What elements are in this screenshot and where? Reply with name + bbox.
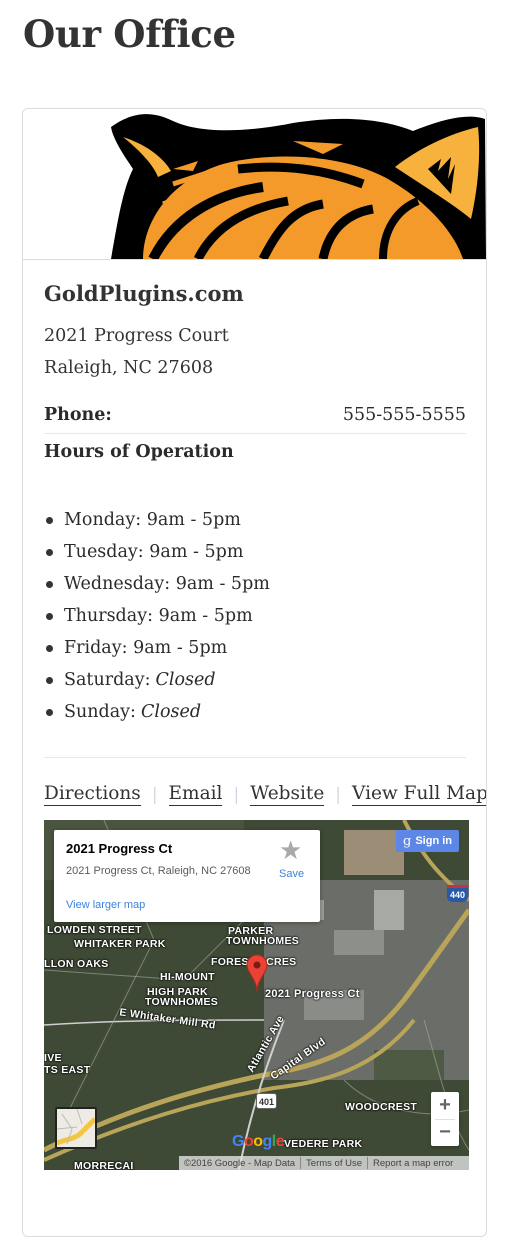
map-type-toggle[interactable] [55,1107,97,1149]
zoom-in-button[interactable]: + [431,1092,459,1119]
embedded-map[interactable]: LOWDEN STREET WHITAKER PARK PARKER TOWNH… [44,820,469,1170]
view-larger-map-link[interactable]: View larger map [66,899,145,911]
map-label: IVE [44,1052,62,1064]
hours-day: Tuesday: [64,542,144,562]
website-link[interactable]: Website [250,783,325,806]
save-button[interactable]: Save [279,868,304,880]
directions-link[interactable]: Directions [44,783,141,806]
route-401-shield-icon: 401 [256,1093,277,1109]
phone-value: 555-555-5555 [342,405,466,425]
phone-row: Phone: 555-555-5555 [44,405,466,434]
info-title: 2021 Progress Ct [66,841,173,856]
business-name: GoldPlugins.com [44,281,244,306]
hours-item: Sunday: Closed [44,696,270,728]
hours-day: Wednesday: [64,574,171,594]
hours-list: Monday: 9am - 5pm Tuesday: 9am - 5pm Wed… [44,504,270,728]
hours-day: Sunday: [64,702,136,722]
bullet-icon [46,708,53,716]
zoom-out-button[interactable]: − [431,1119,459,1146]
hours-day: Friday: [64,638,128,658]
map-label: WHITAKER PARK [74,938,166,950]
google-logo: Google [232,1133,285,1151]
hours-item: Thursday: 9am - 5pm [44,600,270,632]
hours-time-closed: Closed [155,670,216,690]
phone-label: Phone: [44,405,112,425]
hours-item: Tuesday: 9am - 5pm [44,536,270,568]
bullet-icon [46,548,53,556]
hours-item: Monday: 9am - 5pm [44,504,270,536]
google-g-icon: g [403,833,412,849]
map-label: LOWDEN STREET [47,924,142,936]
page-title: Our Office [23,12,236,56]
map-label: VEDERE PARK [284,1138,363,1150]
map-attribution-bar: ©2016 Google - Map Data Terms of Use Rep… [179,1156,469,1170]
map-data-attribution[interactable]: ©2016 Google - Map Data [179,1158,300,1169]
map-label: LLON OAKS [44,958,109,970]
tiger-logo-icon [111,114,486,259]
business-logo [23,109,486,260]
google-letter: o [253,1133,263,1150]
link-separator: | [335,784,342,805]
pin-label: 2021 Progress Ct [265,988,360,1000]
link-separator: | [233,784,240,805]
terms-of-use-link[interactable]: Terms of Use [301,1158,367,1169]
hours-time: 9am - 5pm [175,574,270,594]
google-letter: g [262,1133,273,1150]
hours-day: Monday: [64,510,142,530]
google-letter: G [232,1133,244,1150]
map-label: HI-MOUNT [160,971,215,983]
action-links: Directions | Email | Website | View Full… [44,783,486,806]
hours-day: Thursday: [64,606,153,626]
hours-item: Wednesday: 9am - 5pm [44,568,270,600]
hours-time: 9am - 5pm [133,638,228,658]
email-link[interactable]: Email [168,783,223,806]
hours-item: Saturday: Closed [44,664,270,696]
hours-time-closed: Closed [140,702,202,722]
office-card: GoldPlugins.com 2021 Progress Court Rale… [22,108,487,1237]
address-line-1: 2021 Progress Court [44,326,229,346]
roadmap-thumbnail-icon [57,1109,95,1146]
bullet-icon [46,580,53,588]
info-address: 2021 Progress Ct, Raleigh, NC 27608 [66,865,251,877]
zoom-separator [435,1119,455,1120]
bullet-icon [46,676,53,684]
address-line-2: Raleigh, NC 27608 [44,358,214,378]
map-label: TOWNHOMES [145,996,219,1008]
google-letter: e [275,1133,285,1150]
link-separator: | [151,784,158,805]
interstate-440-shield-icon: 440 [447,885,468,902]
bullet-icon [46,612,53,620]
hours-time: 9am - 5pm [146,510,241,530]
map-label: WOODCREST [345,1101,418,1113]
hours-time: 9am - 5pm [158,606,253,626]
report-map-error-link[interactable]: Report a map error [368,1158,458,1169]
bullet-icon [46,644,53,652]
view-full-map-link[interactable]: View Full Map [352,783,486,806]
sign-in-button[interactable]: g Sign in [396,830,459,852]
map-label: MORRECAI [74,1160,134,1170]
zoom-control: + − [431,1092,459,1146]
star-icon[interactable]: ★ [279,835,302,865]
bullet-icon [46,516,53,524]
hours-title: Hours of Operation [44,442,234,462]
hours-item: Friday: 9am - 5pm [44,632,270,664]
map-label: TOWNHOMES [226,935,300,947]
google-letter: o [243,1133,254,1150]
section-divider [44,757,466,758]
map-info-card: 2021 Progress Ct 2021 Progress Ct, Ralei… [54,830,320,922]
hours-time: 9am - 5pm [149,542,244,562]
hours-day: Saturday: [64,670,151,690]
map-label: TS EAST [44,1064,91,1076]
sign-in-label: Sign in [415,835,452,847]
